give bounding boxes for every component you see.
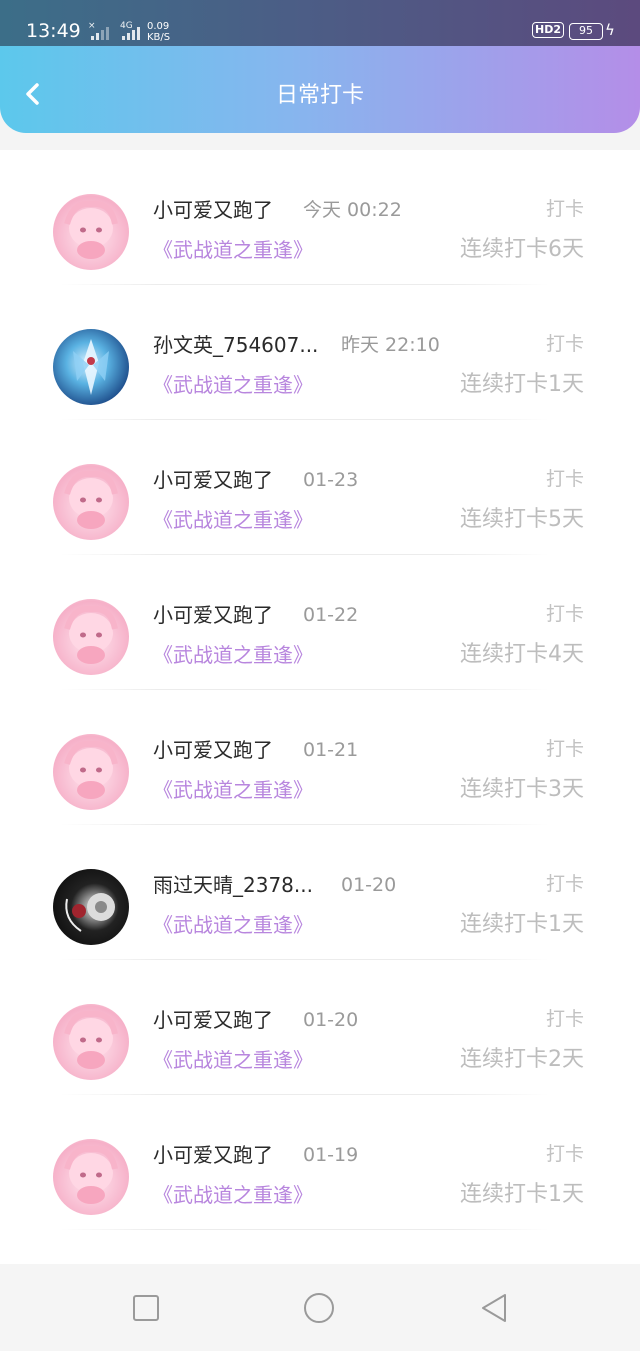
triangle-back-icon[interactable] — [478, 1292, 510, 1324]
streak-count: 连续打卡1天 — [460, 1182, 584, 1207]
list-item[interactable]: 雨过天晴_2378... 01-20 《武战道之重逢》 打卡连续打卡1天 — [0, 825, 640, 960]
net-speed-unit: KB/S — [147, 32, 171, 43]
book-title[interactable]: 《武战道之重逢》 — [153, 1182, 313, 1208]
checkin-time: 今天 00:22 — [303, 199, 402, 221]
sim2-signal-icon — [122, 27, 140, 40]
net-speed: 0.09 KB/S — [147, 21, 170, 43]
checkin-action[interactable]: 打卡 — [546, 736, 584, 762]
user-name: 小可爱又跑了 — [153, 1008, 273, 1032]
circle-icon[interactable] — [303, 1292, 335, 1324]
user-name: 小可爱又跑了 — [153, 738, 273, 762]
list-item[interactable]: 孙文英_754607... 昨天 22:10 《武战道之重逢》 打卡连续打卡1天 — [0, 285, 640, 420]
screen: 13:49 × 4G 0.09 KB/S HD2 95 ϟ 日常打卡 小可爱又跑… — [0, 0, 640, 1351]
hd-voice-icon: HD2 — [532, 22, 564, 38]
checkin-time: 昨天 22:10 — [341, 334, 440, 356]
user-name: 小可爱又跑了 — [153, 1143, 273, 1167]
avatar[interactable] — [53, 1139, 129, 1215]
status-time: 13:49 — [26, 20, 81, 42]
list-item[interactable]: 小可爱又跑了 01-22 《武战道之重逢》 打卡连续打卡4天 — [0, 555, 640, 690]
checkin-action[interactable]: 打卡 — [546, 1141, 584, 1167]
streak-count: 连续打卡2天 — [460, 1047, 584, 1072]
list-item[interactable]: 小可爱又跑了 01-20 《武战道之重逢》 打卡连续打卡2天 — [0, 960, 640, 1095]
book-title[interactable]: 《武战道之重逢》 — [153, 1047, 313, 1073]
checkin-action[interactable]: 打卡 — [546, 871, 584, 897]
user-name: 雨过天晴_2378... — [153, 873, 313, 897]
avatar[interactable] — [53, 194, 129, 270]
row-divider — [60, 1229, 550, 1230]
user-name: 小可爱又跑了 — [153, 198, 273, 222]
streak-count: 连续打卡6天 — [460, 237, 584, 262]
checkin-list: 小可爱又跑了 今天 00:22 《武战道之重逢》 打卡 连续打卡6天 孙文英_754607… — [0, 150, 640, 1264]
status-bar: 13:49 × 4G 0.09 KB/S HD2 95 ϟ — [0, 0, 640, 46]
streak-count: 连续打卡1天 — [460, 372, 584, 397]
net-speed-value: 0.09 — [147, 21, 170, 32]
avatar[interactable] — [53, 464, 129, 540]
book-title[interactable]: 《武战道之重逢》 — [153, 372, 313, 398]
app-header: 13:49 × 4G 0.09 KB/S HD2 95 ϟ 日常打卡 — [0, 0, 640, 133]
battery-icon: 95 — [569, 23, 603, 40]
streak-count: 连续打卡4天 — [460, 642, 584, 667]
checkin-action[interactable]: 打卡 — [546, 331, 584, 357]
checkin-time: 01-20 — [341, 874, 397, 896]
avatar[interactable] — [53, 734, 129, 810]
list-item[interactable]: 小可爱又跑了 01-23 《武战道之重逢》 打卡连续打卡5天 — [0, 420, 640, 555]
checkin-action[interactable]: 打卡 — [546, 466, 584, 492]
avatar[interactable] — [53, 329, 129, 405]
avatar[interactable] — [53, 1004, 129, 1080]
book-title[interactable]: 《武战道之重逢》 — [153, 507, 313, 533]
avatar[interactable] — [53, 599, 129, 675]
user-name: 小可爱又跑了 — [153, 603, 273, 627]
list-item[interactable]: 小可爱又跑了 01-19 《武战道之重逢》 打卡连续打卡1天 — [0, 1095, 640, 1230]
charging-icon: ϟ — [605, 21, 615, 39]
book-title[interactable]: 《武战道之重逢》 — [153, 912, 313, 938]
book-title[interactable]: 《武战道之重逢》 — [153, 642, 313, 668]
page-title: 日常打卡 — [275, 83, 364, 108]
book-title[interactable]: 《武战道之重逢》 — [153, 237, 313, 263]
streak-count: 连续打卡1天 — [460, 912, 584, 937]
square-icon[interactable] — [130, 1292, 162, 1324]
checkin-time: 01-21 — [303, 739, 359, 761]
user-name: 小可爱又跑了 — [153, 468, 273, 492]
sim1-signal-icon — [91, 27, 109, 40]
streak-count: 连续打卡5天 — [460, 507, 584, 532]
checkin-time: 01-23 — [303, 469, 359, 491]
checkin-time: 01-19 — [303, 1144, 359, 1166]
list-item[interactable]: 小可爱又跑了 今天 00:22 《武战道之重逢》 打卡连续打卡6天 — [0, 150, 640, 285]
streak-count: 连续打卡3天 — [460, 777, 584, 802]
checkin-action[interactable]: 打卡 — [546, 601, 584, 627]
list-item[interactable]: 小可爱又跑了 01-21 《武战道之重逢》 打卡连续打卡3天 — [0, 690, 640, 825]
avatar[interactable] — [53, 869, 129, 945]
system-nav-bar — [0, 1264, 640, 1351]
book-title[interactable]: 《武战道之重逢》 — [153, 777, 313, 803]
checkin-action[interactable]: 打卡 — [546, 1006, 584, 1032]
checkin-action[interactable]: 打卡 — [546, 196, 584, 222]
user-name: 孙文英_754607... — [153, 333, 319, 357]
checkin-time: 01-20 — [303, 1009, 359, 1031]
checkin-time: 01-22 — [303, 604, 359, 626]
